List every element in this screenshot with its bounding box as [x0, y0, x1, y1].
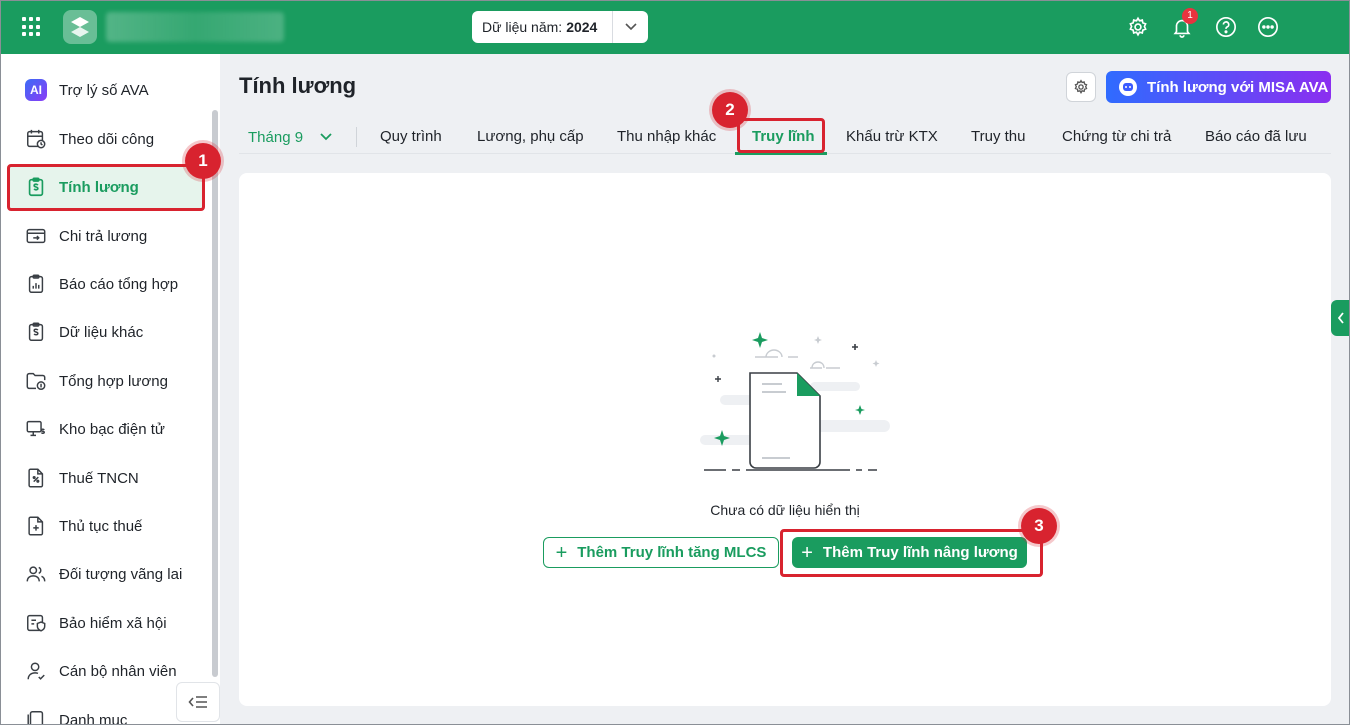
employee-icon — [24, 659, 48, 683]
tab-payment-vouchers[interactable]: Chứng từ chi trả — [1062, 128, 1171, 145]
step-marker-3: 3 — [1021, 508, 1057, 544]
data-clipboard-icon — [24, 320, 48, 344]
sidebar-item-casual-workers[interactable]: Đối tượng vãng lai — [8, 551, 204, 597]
tab-salary-allowance[interactable]: Lương, phụ cấp — [477, 128, 584, 145]
ava-payroll-button[interactable]: Tính lương với MISA AVA — [1106, 71, 1331, 103]
sidebar-item-label: Đối tượng vãng lai — [59, 565, 183, 583]
sidebar-item-attendance[interactable]: Theo dõi công — [8, 116, 204, 162]
tab-recovery[interactable]: Truy thu — [971, 128, 1025, 145]
chevron-left-icon — [1337, 312, 1344, 324]
add-back-pay-mlcs-label: Thêm Truy lĩnh tăng MLCS — [577, 544, 767, 561]
sidebar-item-label: Bảo hiểm xã hội — [59, 614, 167, 632]
sidebar-item-label: Cán bộ nhân viên — [59, 662, 177, 680]
year-select[interactable]: Dữ liệu năm: 2024 — [472, 11, 648, 43]
highlight-add-raise-button — [780, 529, 1043, 577]
chevron-down-icon[interactable] — [612, 11, 648, 43]
notification-badge: 1 — [1182, 8, 1198, 24]
sidebar-item-label: Báo cáo tổng hợp — [59, 275, 179, 293]
catalog-icon — [24, 708, 48, 725]
sidebar-item-catalog[interactable]: Danh mục — [8, 697, 204, 725]
tab-other-income[interactable]: Thu nhập khác — [617, 128, 716, 145]
page-settings-button[interactable] — [1066, 72, 1096, 102]
help-icon[interactable] — [1214, 15, 1238, 39]
tax-procedure-icon — [24, 514, 48, 538]
sidebar-item-summary-report[interactable]: Báo cáo tổng hợp — [8, 261, 204, 307]
sidebar-item-pit[interactable]: Thuế TNCN — [8, 455, 204, 501]
tax-document-icon — [24, 466, 48, 490]
apps-grid-icon[interactable] — [22, 17, 42, 37]
sidebar-item-label: Danh mục — [59, 711, 128, 725]
logo-mark-icon — [71, 17, 89, 37]
organization-name-redacted — [106, 12, 284, 42]
year-label: Dữ liệu năm: 2024 — [482, 19, 598, 35]
year-value: 2024 — [566, 19, 598, 35]
sidebar-item-payroll-summary[interactable]: Tổng hợp lương — [8, 358, 204, 404]
tab-saved-reports[interactable]: Báo cáo đã lưu — [1205, 128, 1307, 145]
treasury-monitor-icon — [24, 417, 48, 441]
collapse-sidebar-button[interactable] — [176, 682, 220, 722]
tab-process[interactable]: Quy trình — [380, 128, 442, 145]
month-label: Tháng 9 — [248, 128, 304, 146]
highlight-back-pay-tab — [737, 118, 825, 153]
sidebar-item-salary-payment[interactable]: Chi trả lương — [8, 213, 204, 259]
highlight-payroll-menu — [7, 164, 205, 211]
step-marker-1: 1 — [185, 143, 221, 179]
chevron-down-icon — [320, 133, 332, 141]
ava-button-label: Tính lương với MISA AVA — [1147, 78, 1329, 96]
sidebar-item-social-insurance[interactable]: Bảo hiểm xã hội — [8, 600, 204, 646]
empty-state-illustration-icon — [700, 332, 890, 471]
step-marker-2: 2 — [712, 92, 748, 128]
sidebar-item-tax-procedure[interactable]: Thủ tục thuế — [8, 503, 204, 549]
sidebar-item-employees[interactable]: Cán bộ nhân viên — [8, 648, 204, 694]
sidebar-item-label: Chi trả lương — [59, 227, 148, 245]
wallet-transfer-icon — [24, 224, 48, 248]
settings-gear-icon — [1074, 79, 1088, 95]
sidebar-item-treasury[interactable]: Kho bạc điện tử — [8, 406, 204, 452]
collapse-icon — [188, 696, 207, 708]
sidebar-item-label: Trợ lý số AVA — [59, 81, 149, 99]
page-title: Tính lương — [239, 73, 357, 98]
empty-state-message: Chưa có dữ liệu hiển thị — [710, 502, 860, 518]
settings-gear-icon[interactable] — [1126, 15, 1150, 39]
more-icon[interactable] — [1256, 15, 1280, 39]
sidebar-item-other-data[interactable]: Dữ liệu khác — [8, 309, 204, 355]
ai-assistant-icon: AI — [24, 78, 48, 102]
app-logo[interactable] — [63, 10, 97, 44]
top-bar: Dữ liệu năm: 2024 1 — [0, 0, 1350, 54]
sidebar-item-label: Dữ liệu khác — [59, 323, 144, 341]
insurance-shield-icon — [24, 611, 48, 635]
sidebar-item-ava[interactable]: AI Trợ lý số AVA — [8, 67, 204, 113]
people-icon — [24, 562, 48, 586]
sidebar-item-label: Theo dõi công — [59, 130, 155, 148]
tab-dorm-deduction[interactable]: Khấu trừ KTX — [846, 128, 938, 145]
plus-icon: + — [555, 541, 568, 564]
sidebar-item-label: Thuế TNCN — [59, 469, 139, 487]
report-chart-icon — [24, 272, 48, 296]
expand-right-panel-button[interactable] — [1331, 300, 1350, 336]
tab-separator — [356, 127, 357, 147]
sidebar-item-label: Thủ tục thuế — [59, 517, 143, 535]
folder-money-icon — [24, 369, 48, 393]
sidebar-scrollbar[interactable] — [212, 110, 218, 677]
ava-bot-icon — [1119, 78, 1137, 96]
sidebar-item-label: Kho bạc điện tử — [59, 420, 165, 438]
add-back-pay-mlcs-button[interactable]: + Thêm Truy lĩnh tăng MLCS — [543, 537, 779, 568]
month-select[interactable]: Tháng 9 — [248, 128, 332, 146]
sidebar-item-label: Tổng hợp lương — [59, 372, 168, 390]
calendar-clock-icon — [24, 127, 48, 151]
